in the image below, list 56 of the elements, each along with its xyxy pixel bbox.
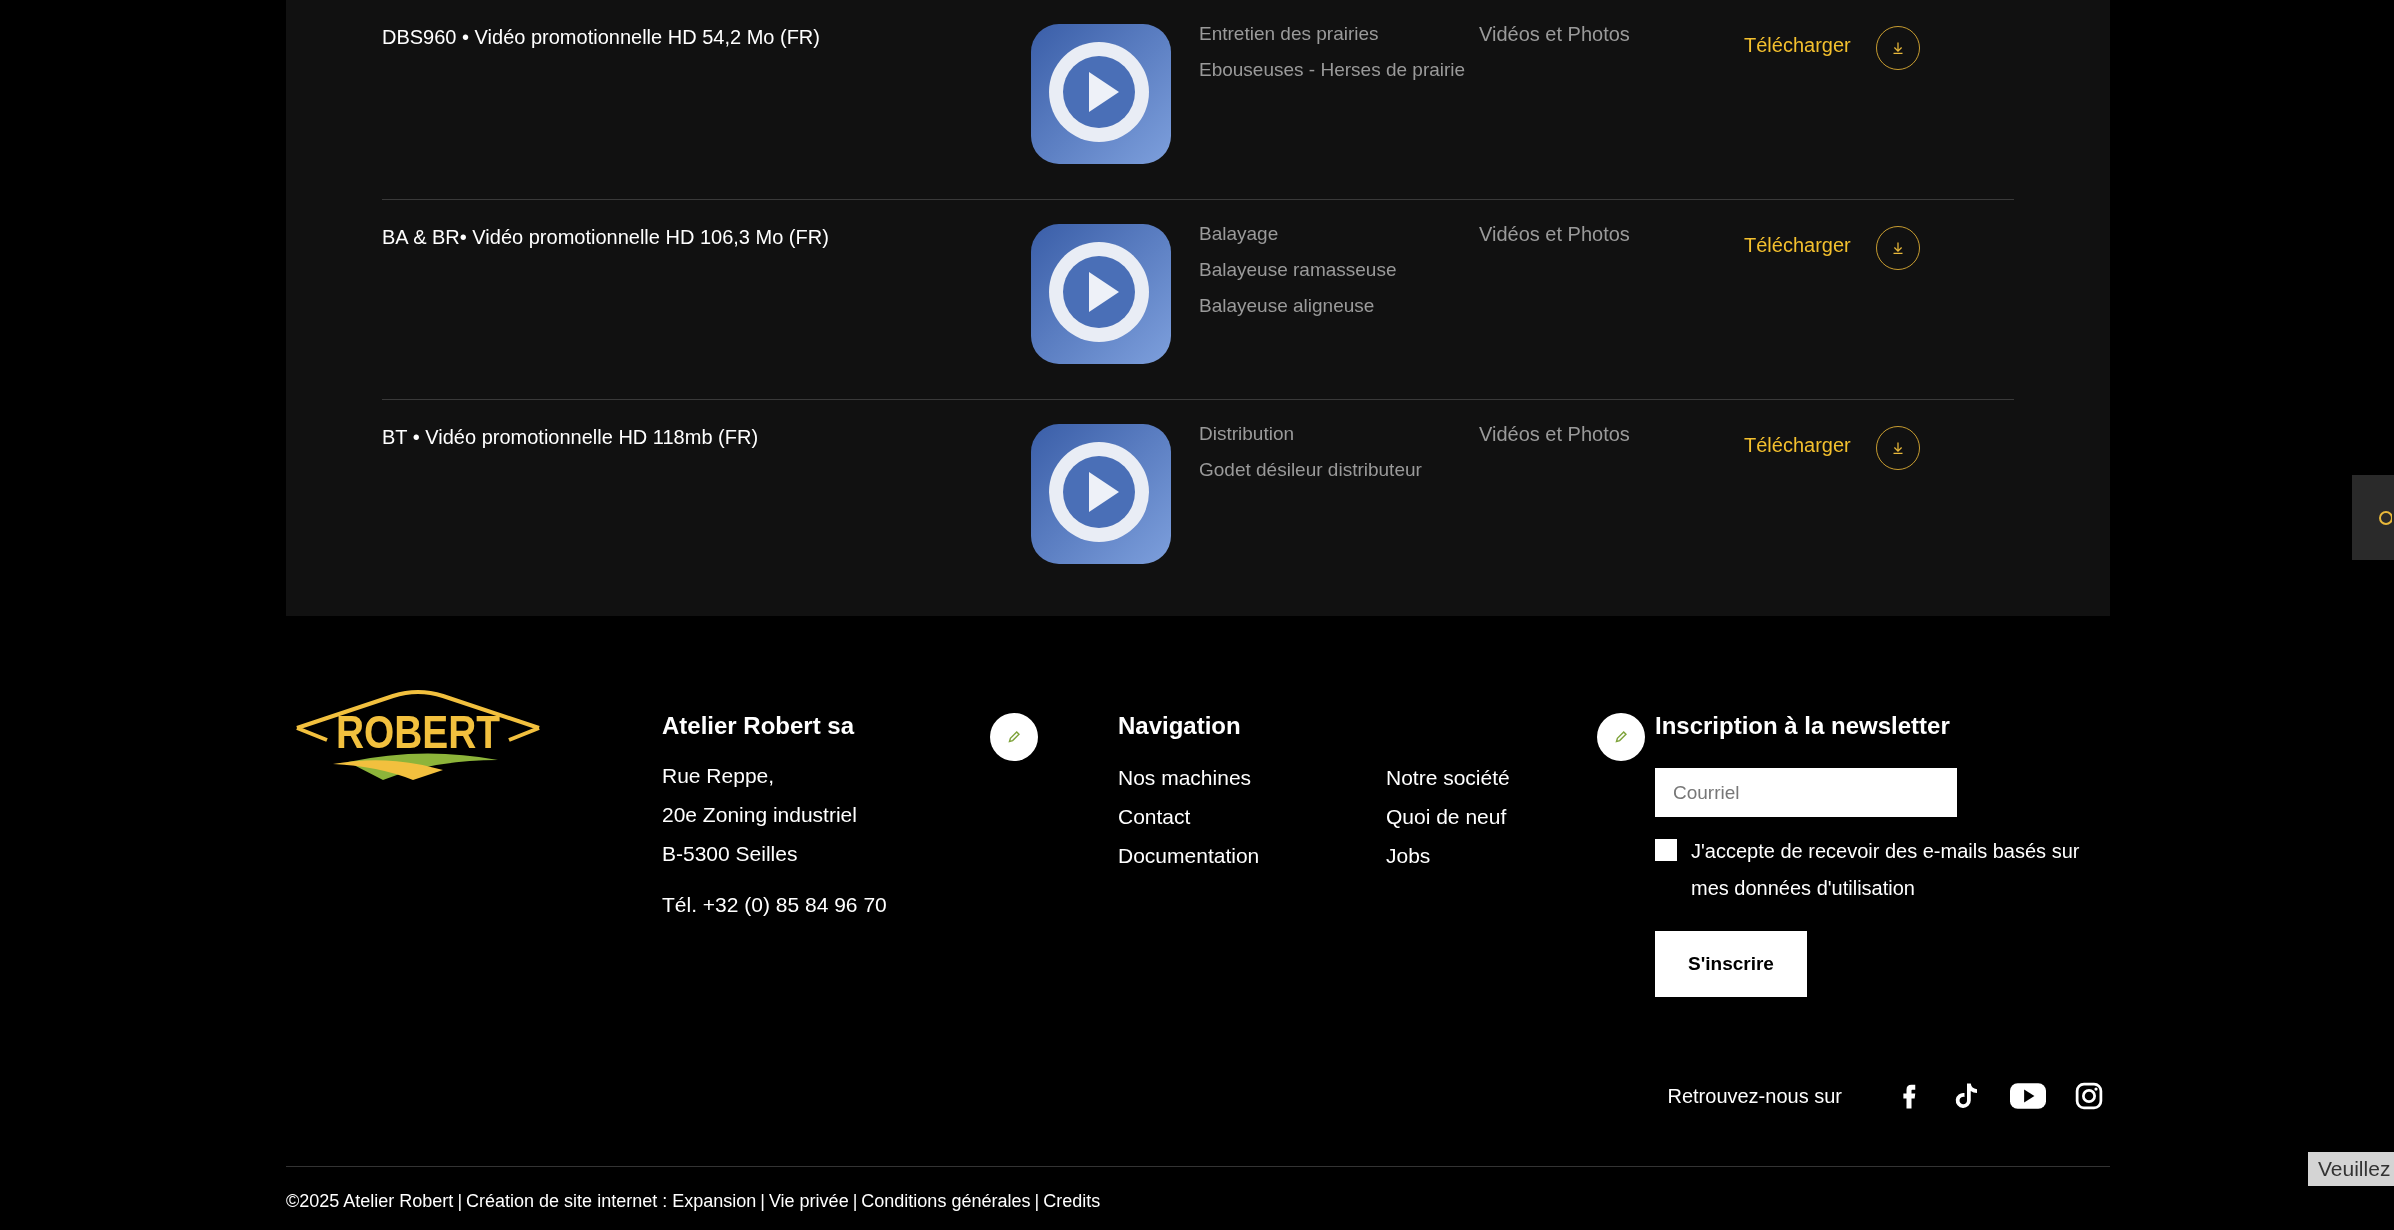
consent-checkbox[interactable]: [1655, 839, 1677, 861]
play-video-icon: [1031, 424, 1171, 564]
company-heading: Atelier Robert sa: [662, 712, 856, 740]
notice-tab[interactable]: Veuillez: [2308, 1152, 2394, 1186]
newsletter-heading: Inscription à la newsletter: [1655, 712, 1951, 740]
download-link[interactable]: Télécharger: [1744, 424, 1876, 599]
separator-text: |: [760, 1191, 765, 1212]
download-link[interactable]: Télécharger: [1744, 24, 1876, 199]
category-text: Balayeuse aligneuse: [1199, 294, 1376, 318]
address-line: 20e Zoning industriel: [662, 802, 858, 828]
separator-text: |: [1034, 1191, 1040, 1212]
legal-link[interactable]: Vie privée: [768, 1191, 849, 1212]
play-video-icon: [1031, 224, 1171, 364]
social-label: Retrouvez-nous sur: [1667, 1084, 1842, 1108]
company-logo[interactable]: ROBERT: [293, 684, 543, 784]
footer-nav-link[interactable]: Quoi de neuf: [1386, 797, 1654, 836]
media-type-text: Vidéos et Photos: [1479, 422, 1631, 447]
footer-nav-link[interactable]: Nos machines: [1118, 758, 1386, 797]
legal-link[interactable]: Conditions générales: [861, 1191, 1031, 1212]
footer-nav-link[interactable]: Notre société: [1386, 758, 1654, 797]
legal-link[interactable]: ©2025 Atelier Robert: [286, 1191, 454, 1212]
edit-button[interactable]: [990, 713, 1038, 761]
download-title: DBS960 • Vidéo promotionnelle HD 54,2 Mo (FR): [382, 25, 821, 50]
separator-text: |: [852, 1191, 858, 1212]
category-text: Entretien des prairies: [1199, 22, 1380, 46]
download-link[interactable]: Télécharger: [1744, 224, 1876, 399]
footer-nav-link[interactable]: Contact: [1118, 797, 1386, 836]
youtube-icon[interactable]: [2010, 1083, 2046, 1109]
instagram-icon[interactable]: [2074, 1081, 2104, 1111]
consent-label: J'accepte de recevoir des e-mails basés sur mes données d'utilisation: [1691, 839, 2081, 901]
category-text: Ebouseuses - Herses de prairie: [1199, 58, 1467, 82]
separator-text: |: [457, 1191, 463, 1212]
address-line: B-5300 Seilles: [662, 841, 799, 867]
category-text: Balayeuse ramasseuse: [1199, 258, 1398, 282]
legal-link[interactable]: Création de site internet : Expansion: [466, 1191, 757, 1212]
legal-link[interactable]: Credits: [1043, 1191, 1101, 1212]
side-tab[interactable]: [2352, 475, 2394, 560]
media-type-text: Vidéos et Photos: [1479, 22, 1631, 47]
media-type-text: Vidéos et Photos: [1479, 222, 1631, 247]
footer-nav-link[interactable]: Documentation: [1118, 836, 1386, 875]
category-text: Godet désileur distributeur: [1199, 458, 1423, 482]
edit-button[interactable]: [1597, 713, 1645, 761]
footer-nav-link[interactable]: Jobs: [1386, 836, 1654, 875]
email-input-field[interactable]: Courriel: [1655, 768, 1957, 817]
pencil-icon: [1612, 728, 1630, 746]
phone-text: Tél. +32 (0) 85 84 96 70: [662, 892, 888, 918]
play-video-icon: [1031, 24, 1171, 164]
download-title: BT • Vidéo promotionnelle HD 118mb (FR): [382, 425, 760, 450]
category-text: Distribution: [1199, 422, 1296, 446]
download-title: BA & BR• Vidéo promotionnelle HD 106,3 Mo (FR): [382, 225, 830, 250]
subscribe-button[interactable]: S'inscrire: [1655, 931, 1807, 997]
pencil-icon: [1005, 728, 1023, 746]
ring-icon: [2378, 509, 2392, 526]
address-line: Rue Reppe,: [662, 763, 776, 789]
category-text: Balayage: [1199, 222, 1280, 246]
navigation-heading: Navigation: [1118, 712, 1242, 740]
